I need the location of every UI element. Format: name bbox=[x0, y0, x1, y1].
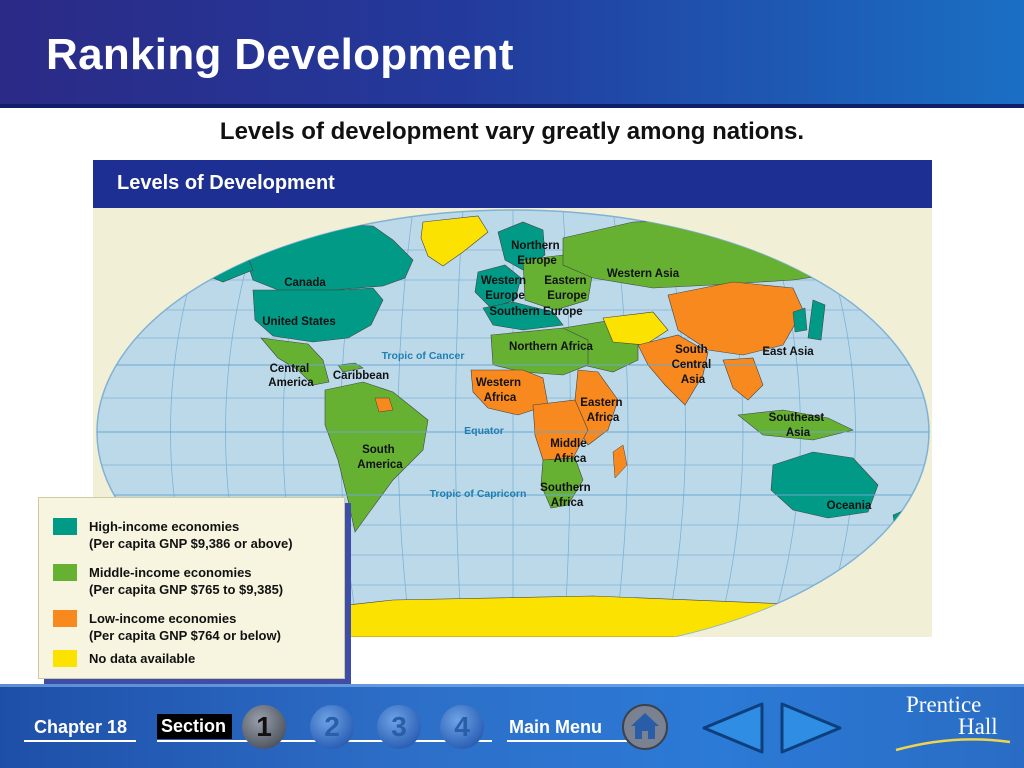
main-menu-link[interactable]: Main Menu bbox=[509, 717, 602, 738]
previous-slide-button[interactable] bbox=[700, 700, 766, 761]
slide-subtitle: Levels of development vary greatly among… bbox=[219, 118, 805, 145]
home-button[interactable] bbox=[621, 703, 669, 751]
label-southern-africa-line1: Southern bbox=[540, 482, 590, 494]
logo-line-1: Prentice bbox=[906, 692, 982, 717]
footer-nav-bar: Chapter 18 Section 1 2 3 4 Main Menu bbox=[0, 684, 1024, 768]
slide-title: Ranking Development bbox=[46, 30, 514, 79]
legend-low-income-title: Low-income economies bbox=[89, 611, 237, 626]
left-arrow-icon bbox=[702, 702, 764, 754]
label-northern-europe-line1: Northern bbox=[511, 240, 560, 252]
label-central-america-line2: America bbox=[268, 377, 314, 389]
label-southern-europe: Southern Europe bbox=[489, 306, 582, 318]
legend-swatch-no-data bbox=[53, 650, 77, 667]
home-icon bbox=[622, 704, 668, 750]
legend-high-income-title: High-income economies bbox=[89, 519, 240, 534]
label-eastern-europe-line2: Europe bbox=[547, 290, 587, 302]
label-middle-africa-line2: Africa bbox=[554, 453, 587, 465]
chapter-underline bbox=[24, 740, 136, 742]
label-united-states: United States bbox=[262, 316, 336, 328]
label-canada: Canada bbox=[284, 277, 326, 289]
chapter-link[interactable]: Chapter 18 bbox=[34, 717, 127, 738]
legend-high-income-range: (Per capita GNP $9,386 or above) bbox=[89, 536, 293, 551]
label-western-africa-line2: Africa bbox=[484, 392, 517, 404]
logo-swoosh-icon bbox=[895, 738, 1011, 752]
label-south-america-line2: America bbox=[357, 459, 403, 471]
legend-swatch-middle-income bbox=[53, 564, 77, 581]
legend-middle-income-title: Middle-income economies bbox=[89, 565, 252, 580]
label-middle-africa-line1: Middle bbox=[550, 438, 586, 450]
label-equator: Equator bbox=[464, 425, 504, 437]
section-2-button[interactable]: 2 bbox=[310, 705, 354, 749]
section-label: Section bbox=[157, 714, 233, 739]
label-western-asia: Western Asia bbox=[607, 268, 680, 280]
section-3-button[interactable]: 3 bbox=[377, 705, 421, 749]
label-southeast-asia-line2: Asia bbox=[786, 427, 811, 439]
label-western-europe-line1: Western bbox=[481, 275, 526, 287]
section-4-button[interactable]: 4 bbox=[440, 705, 484, 749]
label-southeast-asia-line1: Southeast bbox=[769, 412, 825, 424]
section-1-button[interactable]: 1 bbox=[242, 705, 286, 749]
label-eastern-africa-line1: Eastern bbox=[580, 397, 622, 409]
label-south-central-asia-line1: South bbox=[675, 344, 708, 356]
next-slide-button[interactable] bbox=[778, 700, 844, 761]
label-south-america-line1: South bbox=[362, 444, 395, 456]
right-arrow-icon bbox=[780, 702, 842, 754]
logo-line-2: Hall bbox=[958, 714, 998, 739]
legend-swatch-high-income bbox=[53, 518, 77, 535]
label-east-asia: East Asia bbox=[762, 346, 814, 358]
label-tropic-of-capricorn: Tropic of Capricorn bbox=[430, 488, 527, 500]
legend-label-middle-income: Middle-income economies (Per capita GNP … bbox=[89, 564, 283, 598]
legend-low-income-range: (Per capita GNP $764 or below) bbox=[89, 628, 281, 643]
label-tropic-of-cancer: Tropic of Cancer bbox=[382, 350, 465, 362]
label-northern-africa: Northern Africa bbox=[509, 341, 594, 353]
prentice-hall-logo: Prentice Hall bbox=[895, 692, 1011, 752]
korea-region bbox=[792, 307, 808, 333]
label-southern-africa-line2: Africa bbox=[551, 497, 584, 509]
label-central-america-line1: Central bbox=[270, 363, 310, 375]
label-caribbean: Caribbean bbox=[333, 370, 389, 382]
label-eastern-africa-line2: Africa bbox=[587, 412, 620, 424]
legend-middle-income-range: (Per capita GNP $765 to $9,385) bbox=[89, 582, 284, 597]
label-south-central-asia-line2: Central bbox=[672, 359, 712, 371]
map-title: Levels of Development bbox=[117, 172, 335, 194]
label-oceania: Oceania bbox=[827, 500, 872, 512]
map-legend: High-income economies (Per capita GNP $9… bbox=[38, 497, 345, 679]
legend-swatch-low-income bbox=[53, 610, 77, 627]
legend-label-no-data: No data available bbox=[89, 651, 196, 666]
label-northern-europe-line2: Europe bbox=[517, 255, 557, 267]
label-south-central-asia-line3: Asia bbox=[681, 374, 706, 386]
legend-label-high-income: High-income economies (Per capita GNP $9… bbox=[89, 518, 293, 552]
slide-header: Ranking Development bbox=[0, 0, 1024, 108]
label-eastern-europe-line1: Eastern bbox=[544, 275, 586, 287]
new-zealand-region bbox=[892, 509, 912, 539]
label-western-europe-line2: Europe bbox=[485, 290, 525, 302]
main-menu-underline bbox=[507, 740, 627, 742]
label-western-africa-line1: Western bbox=[476, 377, 521, 389]
legend-label-low-income: Low-income economies (Per capita GNP $76… bbox=[89, 610, 281, 644]
map-title-bar: Levels of Development bbox=[93, 160, 932, 208]
